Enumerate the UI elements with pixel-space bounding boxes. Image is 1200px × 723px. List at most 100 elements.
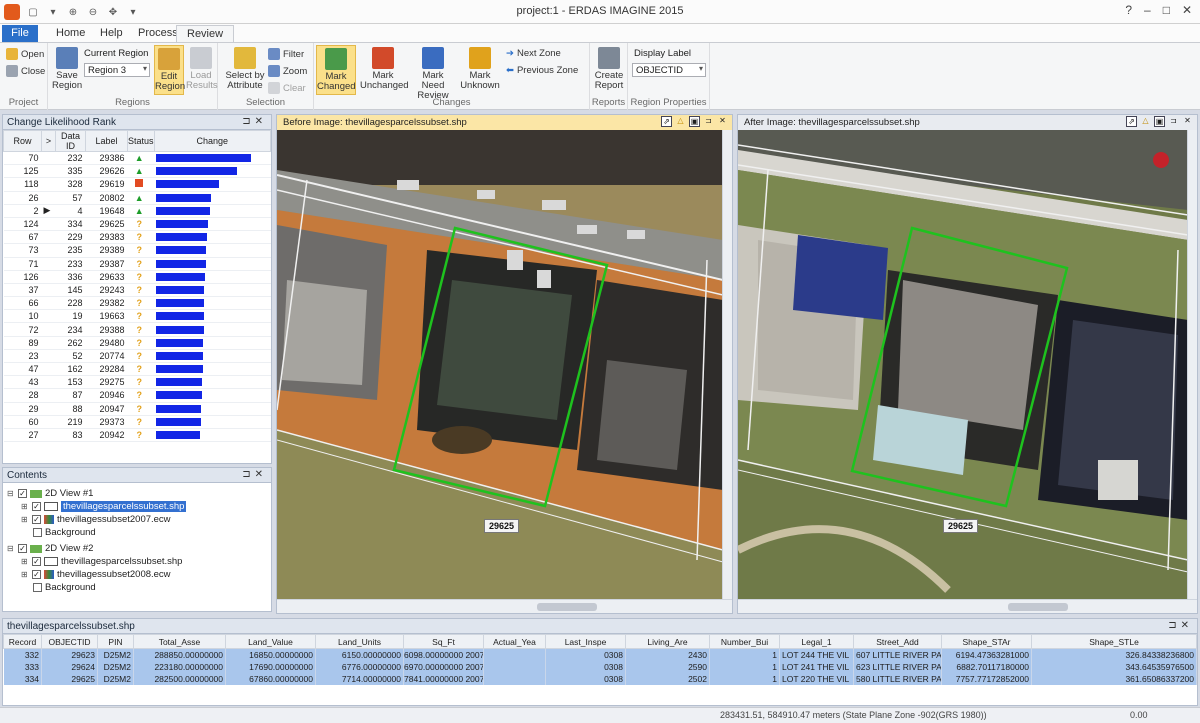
rank-row[interactable]: 29 88 20947 ? [3,402,271,416]
rank-row[interactable]: 126 336 29633 ? [3,270,271,284]
select-by-attribute-button[interactable]: Select by Attribute [222,47,268,91]
scroll-thumb[interactable] [537,603,597,611]
pin-icon[interactable]: ⊐ [1168,116,1179,127]
checkbox[interactable]: ✓ [32,570,41,579]
checkbox[interactable] [33,583,42,592]
maximize-button[interactable]: □ [1163,3,1170,17]
pin-icon[interactable]: ⊐✕ [242,116,267,127]
attr-col-header[interactable]: Last_Inspe [545,634,626,649]
attr-col-header[interactable]: Actual_Yea [483,634,546,649]
tab-help[interactable]: Help [90,25,133,42]
rank-row[interactable]: 10 19 19663 ? [3,309,271,324]
expand-icon[interactable]: ⊞ [21,557,29,566]
col-data-id[interactable]: Data ID [55,130,86,152]
view1-layer-shp[interactable]: ⊞ ✓ thevillagesparcelssubset.shp [21,501,187,512]
attr-col-header[interactable]: Total_Asse [133,634,226,649]
view2-background[interactable]: Background [33,582,96,593]
checkbox[interactable]: ✓ [32,557,41,566]
lock-icon[interactable]: ▣ [1154,116,1165,127]
collapse-icon[interactable]: ⊟ [7,489,15,498]
rank-row[interactable]: 60 219 29373 ? [3,415,271,429]
col-row[interactable]: Row [3,130,42,152]
tab-file[interactable]: File [2,25,38,42]
rank-row[interactable]: 23 52 20774 ? [3,349,271,364]
col-current[interactable]: > [41,130,56,152]
pin-icon[interactable]: ⊐✕ [242,469,267,480]
rank-row[interactable]: 73 235 29389 ? [3,243,271,258]
close-icon[interactable]: ✕ [1182,116,1193,127]
display-label-select[interactable]: OBJECTID [632,63,706,77]
rank-row[interactable]: 26 57 20802 ▲ [3,191,271,205]
pin-icon[interactable]: ⊐✕ [1168,620,1193,631]
view2-layer-shp[interactable]: ⊞ ✓ thevillagesparcelssubset.shp [21,556,182,567]
attr-row[interactable]: 334 29625 D25M2 282500.00000000 67860.000000… [3,672,1197,685]
minimize-button[interactable]: – [1144,3,1151,17]
link-icon[interactable]: ⇗ [661,116,672,127]
open-button[interactable]: Open [6,48,44,60]
mark-unknown-button[interactable]: Mark Unknown [458,47,502,91]
col-status[interactable]: Status [127,130,155,152]
attr-row[interactable]: 333 29624 D25M2 223180.00000000 17690.000000… [3,660,1197,673]
attr-col-header[interactable]: PIN [97,634,134,649]
close-button[interactable]: ✕ [1182,3,1192,17]
rank-row[interactable]: 2 ▶ 4 19648 ▲ [3,204,271,218]
rank-row[interactable]: 71 233 29387 ? [3,257,271,271]
rank-row[interactable]: 125 335 29626 ▲ [3,164,271,179]
save-region-button[interactable]: Save Region [52,47,82,91]
view1-layer-ecw[interactable]: ⊞ ✓ thevillagessubset2007.ecw [21,514,171,525]
help-icon[interactable]: ? [1125,3,1132,17]
checkbox[interactable]: ✓ [18,544,27,553]
attr-col-header[interactable]: Shape_STAr [941,634,1032,649]
attr-col-header[interactable]: Sq_Ft [403,634,484,649]
clear-button[interactable]: Clear [268,82,306,94]
zoom-button[interactable]: Zoom [268,65,307,77]
create-report-button[interactable]: Create Report [592,47,626,91]
horizontal-scrollbar[interactable] [738,599,1197,613]
collapse-icon[interactable]: ⊟ [7,544,15,553]
attr-col-header[interactable]: Legal_1 [779,634,854,649]
attr-row[interactable]: 332 29623 D25M2 288850.00000000 16850.000000… [3,648,1197,661]
tab-review[interactable]: Review [176,25,235,42]
close-icon[interactable]: ✕ [717,116,728,127]
attr-col-header[interactable]: Land_Value [225,634,316,649]
col-change[interactable]: Change [153,130,272,152]
edit-region-button[interactable]: Edit Region [154,45,185,95]
expand-icon[interactable]: ⊞ [21,570,29,579]
previous-zone-button[interactable]: ⬅ Previous Zone [506,65,578,76]
tab-home[interactable]: Home [46,25,95,42]
scroll-thumb[interactable] [1008,603,1068,611]
close-project-button[interactable]: Close [6,65,45,77]
rank-row[interactable]: 47 162 29284 ? [3,362,271,377]
rank-row[interactable]: 118 328 29619 [3,177,271,192]
view1-node[interactable]: ⊟ ✓ 2D View #1 [7,488,93,499]
attr-col-header[interactable]: Shape_STLe [1031,634,1197,649]
view2-node[interactable]: ⊟ ✓ 2D View #2 [7,543,93,554]
next-zone-button[interactable]: ➔ Next Zone [506,48,561,59]
expand-icon[interactable]: ⊞ [21,515,29,524]
expand-icon[interactable]: ⊞ [21,502,29,511]
rank-row[interactable]: 124 334 29625 ? [3,217,271,232]
checkbox[interactable]: ✓ [32,502,41,511]
rank-row[interactable]: 70 232 29386 ▲ [3,151,271,166]
view2-layer-ecw[interactable]: ⊞ ✓ thevillagessubset2008.ecw [21,569,171,580]
rank-row[interactable]: 89 262 29480 ? [3,336,271,350]
mark-unchanged-button[interactable]: Mark Unchanged [360,47,409,91]
lock-icon[interactable]: ▣ [689,116,700,127]
filter-button[interactable]: Filter [268,48,304,60]
rank-row[interactable]: 72 234 29388 ? [3,322,271,337]
vertical-scrollbar[interactable] [1187,130,1197,599]
view1-background[interactable]: Background [33,527,96,538]
mark-need-review-button[interactable]: Mark Need Review [410,47,456,101]
rank-row[interactable]: 67 229 29383 ? [3,230,271,245]
attr-col-header[interactable]: Number_Bui [709,634,780,649]
attr-col-header[interactable]: Record [3,634,42,649]
horizontal-scrollbar[interactable] [277,599,732,613]
rank-row[interactable]: 66 228 29382 ? [3,296,271,311]
attr-col-header[interactable]: Land_Units [315,634,404,649]
current-region-select[interactable]: Region 3 [84,63,150,77]
checkbox[interactable]: ✓ [32,515,41,524]
rank-row[interactable]: 27 83 20942 ? [3,428,271,443]
col-label[interactable]: Label [85,130,128,152]
checkbox[interactable]: ✓ [18,489,27,498]
vertical-scrollbar[interactable] [722,130,732,599]
